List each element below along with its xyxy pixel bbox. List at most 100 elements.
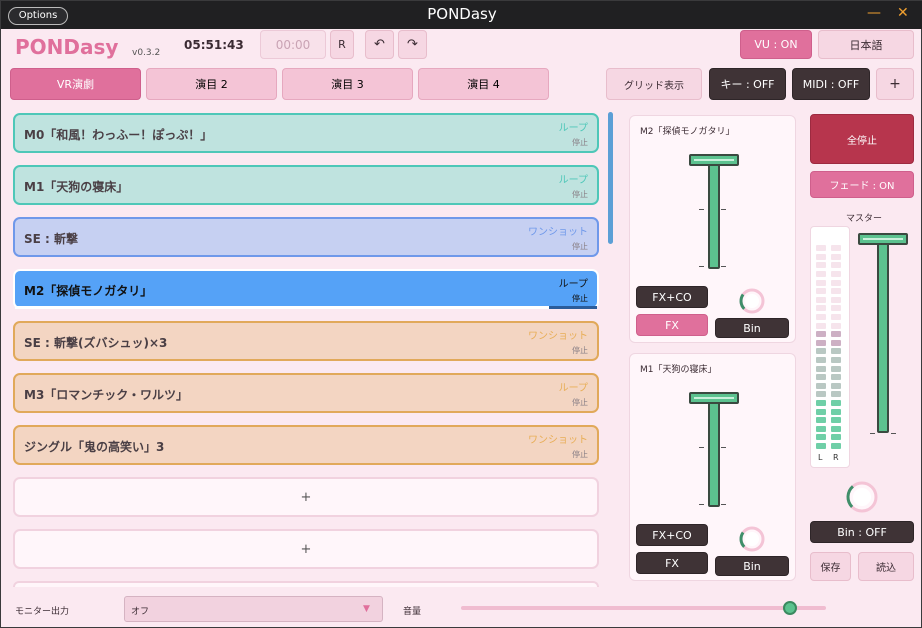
vu-meter-segment [831, 271, 841, 277]
tab-engeki-4[interactable]: 演目 4 [418, 68, 549, 100]
vu-meter-segment [816, 348, 826, 355]
empty-cue-slot[interactable]: + [13, 529, 599, 569]
cue-item[interactable]: M1「天狗の寝床」 ループ 停止 [13, 165, 599, 205]
undo-icon[interactable]: ↶ [365, 30, 394, 59]
vu-meter-segment [816, 417, 826, 424]
reset-timer-button[interactable]: R [330, 30, 354, 59]
vu-toggle-button[interactable]: VU : ON [740, 30, 812, 59]
fader-tick [699, 504, 704, 505]
version-label: v0.3.2 [132, 48, 161, 58]
vu-meter-segment [816, 382, 826, 389]
volume-slider-handle[interactable] [782, 601, 797, 615]
vu-meter-segment [816, 279, 826, 286]
vu-meter-segment [816, 245, 826, 252]
deck-bin-button[interactable]: Bin [715, 318, 789, 338]
cue-playback-mode: ワンショット [528, 435, 588, 446]
vu-meter-segment [816, 443, 826, 449]
deck-fader-track [708, 398, 720, 507]
cue-item[interactable]: SE : 斬撃 ワンショット 停止 [13, 217, 599, 257]
app-window: Options PONDasy — ✕ PONDasy v0.3.2 05:51… [0, 0, 922, 628]
vu-meter-segment [831, 348, 841, 355]
master-label: マスター [846, 214, 883, 224]
fx-co-button[interactable]: FX+CO [636, 286, 708, 308]
grid-view-button[interactable]: グリッド表示 [606, 68, 702, 100]
cue-status: 停止 [572, 398, 588, 407]
cue-playback-mode: ループ [558, 383, 588, 394]
meter-right-label: R [833, 453, 839, 462]
minimize-icon[interactable]: — [867, 5, 881, 21]
cue-name: M2「探偵モノガタリ」 [24, 284, 153, 298]
vu-meter-segment [831, 314, 841, 320]
vu-meter-segment [816, 434, 826, 441]
vu-meter-segment [831, 365, 841, 372]
vu-meter-segment [831, 357, 841, 363]
vu-meter-segment [831, 245, 841, 252]
redo-icon[interactable]: ↷ [398, 30, 427, 59]
vu-meter-segment [831, 417, 841, 424]
master-bin-toggle-button[interactable]: Bin : OFF [810, 521, 914, 543]
deck-volume-fader[interactable] [689, 154, 739, 269]
vu-meter-segment [831, 305, 841, 312]
cue-playback-mode: ワンショット [528, 227, 588, 238]
vu-meter-segment [831, 288, 841, 295]
master-fader-track [877, 241, 889, 433]
volume-slider[interactable] [461, 601, 826, 615]
meter-left-label: L [818, 453, 823, 462]
key-toggle-button[interactable]: キー : OFF [709, 68, 786, 100]
fader-tick [721, 209, 726, 210]
deck-bin-button[interactable]: Bin [715, 556, 789, 576]
fader-tick [699, 447, 704, 448]
cue-name: M3「ロマンチック・ワルツ」 [24, 388, 189, 402]
load-button[interactable]: 読込 [858, 552, 914, 581]
monitor-output-select[interactable]: オフ ▼ [124, 596, 383, 622]
language-button[interactable]: 日本語 [818, 30, 914, 59]
deck-gain-knob[interactable] [737, 286, 767, 316]
tab-engeki-2[interactable]: 演目 2 [146, 68, 277, 100]
cue-item[interactable]: M2「探偵モノガタリ」 ループ 停止 [13, 269, 599, 309]
clock-display: 05:51:43 [184, 38, 244, 52]
vu-meter-segment [816, 322, 826, 329]
vu-meter-segment [816, 425, 826, 432]
fx-co-button[interactable]: FX+CO [636, 524, 708, 546]
save-button[interactable]: 保存 [810, 552, 851, 581]
master-fader[interactable] [858, 233, 908, 433]
fade-toggle-button[interactable]: フェード : ON [810, 171, 914, 198]
app-logo: PONDasy [15, 35, 119, 59]
vu-meter-segment [816, 271, 826, 277]
tab-vr-engeki[interactable]: VR演劇 [10, 68, 141, 100]
cue-list-scrollbar[interactable] [608, 112, 613, 244]
stop-all-button[interactable]: 全停止 [810, 114, 914, 164]
cue-name: ジングル「鬼の高笑い」3 [24, 440, 165, 454]
vu-meter-segment [816, 262, 826, 269]
timer-display: 00:00 [260, 30, 326, 59]
volume-label: 音量 [403, 607, 422, 617]
deck-gain-knob[interactable] [737, 524, 767, 554]
deck-fader-track [708, 160, 720, 269]
vu-meter-segment [831, 434, 841, 441]
master-gain-knob[interactable] [844, 479, 880, 515]
vu-meter-segment [831, 253, 841, 260]
add-tab-button[interactable]: + [876, 68, 914, 100]
close-icon[interactable]: ✕ [897, 5, 909, 21]
cue-item[interactable]: M3「ロマンチック・ワルツ」 ループ 停止 [13, 373, 599, 413]
cue-name: SE : 斬撃 [24, 232, 78, 246]
vu-meter: L R [810, 226, 850, 468]
midi-toggle-button[interactable]: MIDI : OFF [792, 68, 870, 100]
tab-engeki-3[interactable]: 演目 3 [282, 68, 413, 100]
empty-cue-slot[interactable]: + [13, 477, 599, 517]
deck-volume-fader[interactable] [689, 392, 739, 507]
vu-meter-segment [831, 262, 841, 269]
fx-button[interactable]: FX [636, 314, 708, 336]
cue-name: M0「和風！わっふー！ぽっぷ！」 [24, 128, 213, 142]
vu-meter-segment [816, 305, 826, 312]
vu-meter-segment [816, 339, 826, 346]
cue-item[interactable]: ジングル「鬼の高笑い」3 ワンショット 停止 [13, 425, 599, 465]
cue-item[interactable]: M0「和風！わっふー！ぽっぷ！」 ループ 停止 [13, 113, 599, 153]
cue-item[interactable]: SE : 斬撃(ズバシュッ)×3 ワンショット 停止 [13, 321, 599, 361]
cue-name: SE : 斬撃(ズバシュッ)×3 [24, 336, 168, 350]
deck-fader-handle[interactable] [689, 154, 739, 166]
fx-button[interactable]: FX [636, 552, 708, 574]
deck-fader-handle[interactable] [689, 392, 739, 404]
cue-name: M1「天狗の寝床」 [24, 180, 129, 194]
master-fader-handle[interactable] [858, 233, 908, 245]
